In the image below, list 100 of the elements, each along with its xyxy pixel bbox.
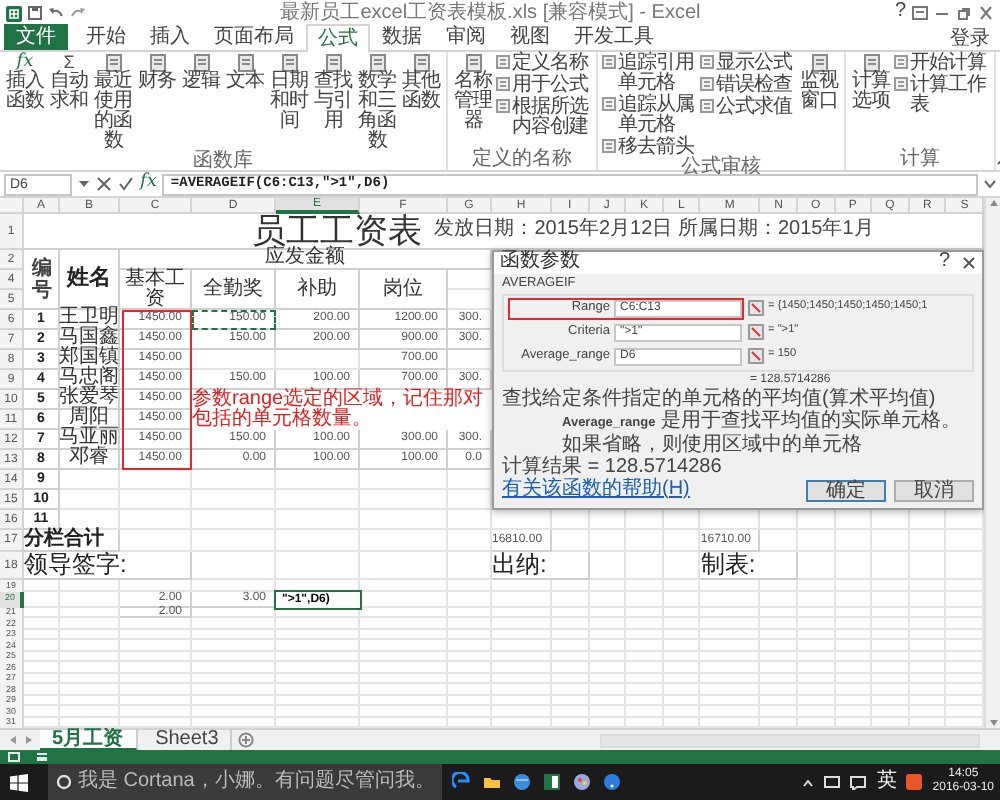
ribbon-button[interactable]: 错误检查	[700, 76, 796, 96]
ribbon-button[interactable]: 监视窗口	[798, 54, 840, 158]
ribbon-tab[interactable]: 开发工具	[562, 24, 666, 50]
symbol-icon: fx	[16, 54, 34, 72]
scrollbar[interactable]	[600, 733, 980, 747]
ribbon-button[interactable]: 公式求值	[700, 98, 796, 118]
close-icon[interactable]	[978, 6, 994, 20]
ribbon-button[interactable]: 根据所选内容创建	[496, 98, 592, 138]
ribbon-button[interactable]: 用于公式	[496, 76, 592, 96]
file-tab[interactable]: 文件	[4, 24, 68, 50]
spreadsheet-icon	[6, 5, 22, 21]
ribbon-button[interactable]: 查找与引用	[312, 54, 354, 152]
circle-icon	[56, 774, 72, 790]
ribbon-button[interactable]: Σ 自动求和	[48, 54, 90, 152]
collapse-dialog-icon[interactable]	[748, 300, 764, 317]
list-icon	[496, 54, 510, 70]
globe-icon[interactable]	[512, 772, 533, 792]
document-icon	[411, 54, 431, 72]
ribbon-tab[interactable]: 页面布局	[202, 24, 306, 50]
ready-icon	[8, 752, 20, 762]
redo-icon[interactable]	[70, 6, 86, 20]
help-button[interactable]: ?	[894, 2, 906, 24]
column-heading: 全勤奖	[192, 270, 276, 310]
ribbon-tab[interactable]: 数据	[370, 24, 434, 50]
cancel-icon[interactable]	[96, 176, 112, 192]
ribbon-button[interactable]: 逻辑	[180, 54, 222, 152]
ribbon-tab[interactable]: 开始	[74, 24, 138, 50]
total-label: 分栏合计	[24, 530, 120, 552]
ribbon-button[interactable]: 定义名称	[496, 54, 592, 74]
list-icon	[496, 76, 510, 92]
close-icon[interactable]	[962, 256, 976, 270]
sheet-tab[interactable]: 5月工资	[40, 729, 138, 751]
document-icon	[861, 54, 881, 72]
sign-in-link[interactable]: 登录	[950, 29, 996, 50]
enter-icon[interactable]	[118, 176, 134, 192]
column-heading: 编号	[24, 250, 60, 310]
column-heading: 基本工资	[120, 270, 192, 310]
ribbon-tab[interactable]: 审阅	[434, 24, 498, 50]
ribbon-button[interactable]: 日期和时间	[268, 54, 310, 152]
add-sheet-icon[interactable]	[238, 732, 255, 748]
app-icon[interactable]	[906, 774, 923, 790]
ribbon-button[interactable]: 计算工作表	[894, 76, 990, 116]
help-button[interactable]: ?	[938, 252, 950, 274]
network-icon[interactable]	[824, 775, 841, 789]
ok-button[interactable]: 确定	[806, 479, 886, 502]
ribbon-tab[interactable]: 插入	[138, 24, 202, 50]
ribbon-button[interactable]: 计算选项	[850, 54, 892, 150]
save-icon[interactable]	[28, 6, 42, 20]
dropdown-icon[interactable]	[78, 180, 90, 188]
window-title: 最新员工excel工资表模板.xls [兼容模式] - Excel	[278, 0, 703, 25]
ribbon-button[interactable]: 追踪引用单元格	[602, 54, 698, 94]
browser-icon[interactable]	[452, 772, 473, 792]
ribbon-tab[interactable]: 视图	[498, 24, 562, 50]
ribbon-button[interactable]: 财务	[136, 54, 178, 152]
scroll-up-icon[interactable]	[987, 198, 999, 208]
list-icon	[700, 76, 714, 92]
ribbon-button[interactable]: 开始计算	[894, 54, 990, 74]
ribbon-button[interactable]: fx 插入函数	[4, 54, 46, 152]
ribbon-tab[interactable]: 公式	[306, 24, 370, 52]
insert-function-button[interactable]: fx	[140, 174, 157, 194]
document-icon	[367, 54, 387, 72]
ribbon-button[interactable]: 最近使用的函数	[92, 54, 134, 152]
list-icon	[894, 54, 908, 70]
chevron-icon[interactable]	[802, 777, 815, 787]
group-label: 公式审核	[679, 158, 763, 178]
list-icon	[894, 76, 908, 92]
ribbon-button[interactable]: 其他函数	[400, 54, 442, 152]
column-heading: 岗位	[360, 270, 448, 310]
ribbon-button[interactable]: 名称管理器	[452, 54, 494, 150]
date-text: 发放日期：2015年2月12日 所属日期：2015年1月	[434, 220, 874, 242]
paint-icon[interactable]	[572, 772, 593, 792]
undo-icon[interactable]	[48, 6, 64, 20]
ribbon-button[interactable]: 显示公式	[700, 54, 796, 74]
list-icon	[602, 96, 616, 112]
ribbon-button[interactable]: 追踪从属单元格	[602, 96, 698, 136]
list-icon	[700, 54, 714, 70]
spreadsheet-icon[interactable]	[542, 772, 563, 792]
ribbon-button[interactable]: 文本	[224, 54, 266, 152]
document-icon	[191, 54, 211, 72]
help-link[interactable]: 有关该函数的帮助(H)	[502, 479, 798, 501]
group-label: 定义的名称	[470, 150, 574, 170]
search-field[interactable]: 我是 Cortana，小娜。有问题尽管问我。	[48, 764, 443, 800]
cancel-button[interactable]: 取消	[894, 479, 974, 502]
collapse-dialog-icon[interactable]	[748, 348, 764, 365]
group-label: 计算	[898, 150, 942, 170]
expand-icon[interactable]	[984, 180, 996, 188]
collapse-dialog-icon[interactable]	[748, 324, 764, 341]
message-icon[interactable]	[850, 775, 867, 789]
group-label: 函数库	[191, 152, 255, 172]
input-method-indicator[interactable]: 英	[876, 771, 897, 793]
ribbon-display-icon[interactable]	[912, 6, 928, 20]
list-icon	[700, 98, 714, 114]
document-icon	[463, 54, 483, 72]
folder-icon[interactable]	[482, 772, 503, 792]
restore-icon[interactable]	[956, 6, 972, 20]
annotation-text: 参数range选定的区域，记住那对包括的单元格数量。	[192, 390, 492, 430]
ribbon-button[interactable]: 数学和三角函数	[356, 54, 398, 152]
calculation-result: 计算结果 = 128.5714286	[502, 458, 724, 479]
signature-label: 领导签字:	[24, 552, 192, 580]
ribbon-button[interactable]: 移去箭头	[602, 138, 698, 158]
